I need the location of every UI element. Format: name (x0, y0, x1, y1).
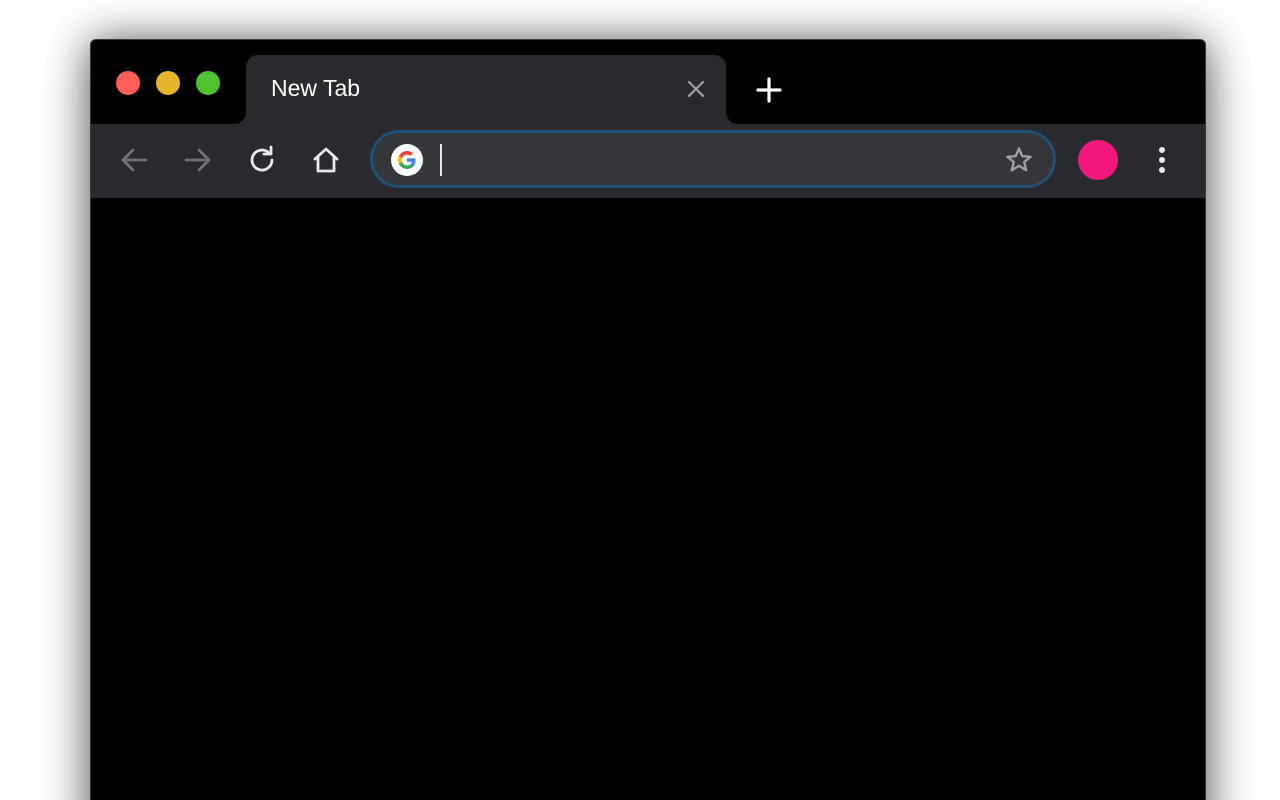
arrow-right-icon[interactable] (180, 142, 216, 178)
window-close-button[interactable] (116, 71, 140, 95)
tab-title: New Tab (271, 75, 361, 101)
window-minimize-button[interactable] (156, 71, 180, 95)
title-bar: New Tab (91, 40, 1205, 124)
desktop: New Tab (0, 0, 1280, 800)
window-maximize-button[interactable] (196, 71, 220, 95)
star-icon[interactable] (1003, 144, 1035, 176)
plus-icon[interactable] (755, 76, 783, 104)
text-caret (440, 144, 442, 176)
close-icon[interactable] (684, 77, 708, 101)
page-content (91, 198, 1205, 800)
address-input[interactable] (437, 142, 977, 176)
kebab-menu-icon[interactable] (1146, 142, 1178, 178)
home-icon[interactable] (308, 142, 344, 178)
toolbar (91, 124, 1205, 198)
reload-icon[interactable] (244, 142, 280, 178)
google-icon (391, 144, 423, 176)
tab-new-tab[interactable]: New Tab (246, 55, 726, 124)
avatar[interactable] (1078, 140, 1118, 180)
arrow-left-icon[interactable] (116, 142, 152, 178)
address-bar[interactable] (370, 130, 1056, 188)
browser-window: New Tab (90, 39, 1206, 800)
